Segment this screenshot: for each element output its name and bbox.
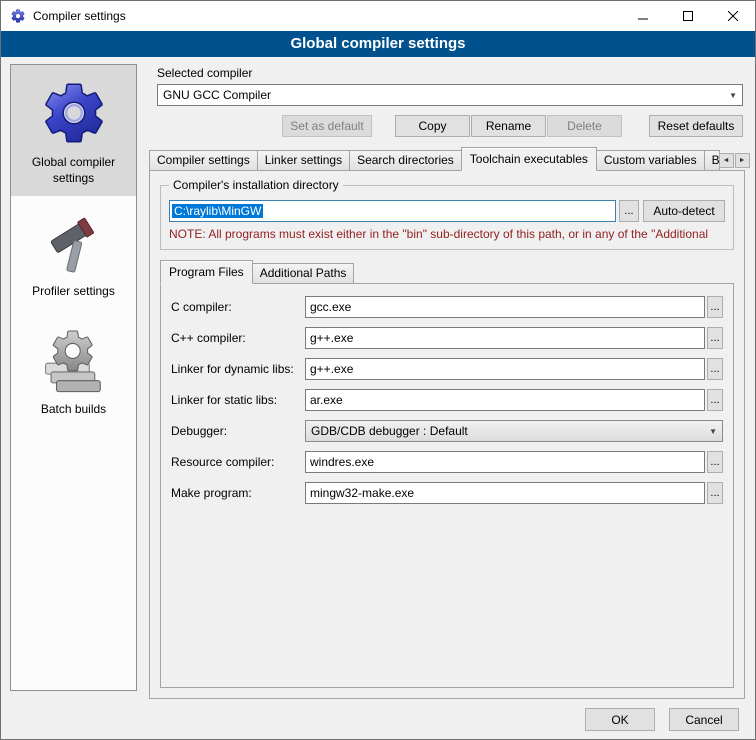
maximize-icon: [683, 11, 693, 21]
auto-detect-button[interactable]: Auto-detect: [643, 200, 725, 222]
blue-gear-icon: [14, 77, 133, 149]
close-button[interactable]: [710, 1, 755, 31]
static-linker-label: Linker for static libs:: [171, 393, 305, 407]
c-compiler-row: C compiler: gcc.exe ...: [171, 296, 723, 318]
dynamic-linker-label: Linker for dynamic libs:: [171, 362, 305, 376]
installation-directory-input[interactable]: C:\raylib\MinGW: [169, 200, 616, 222]
static-linker-row: Linker for static libs: ar.exe ...: [171, 389, 723, 411]
page-title: Global compiler settings: [1, 31, 755, 57]
title-bar: Compiler settings: [1, 1, 755, 31]
minimize-button[interactable]: [620, 1, 665, 31]
batch-builds-gear-icon: [14, 326, 133, 396]
tab-additional-paths[interactable]: Additional Paths: [252, 263, 355, 284]
close-icon: [728, 11, 738, 21]
installation-directory-browse-button[interactable]: ...: [619, 200, 639, 222]
tab-build-options-clipped[interactable]: Buil: [704, 150, 720, 171]
debugger-row: Debugger: GDB/CDB debugger : Default ▼: [171, 420, 723, 442]
tab-custom-variables[interactable]: Custom variables: [596, 150, 705, 171]
bin-subdirectory-note: NOTE: All programs must exist either in …: [169, 227, 725, 241]
resource-compiler-input[interactable]: windres.exe: [305, 451, 705, 473]
resource-compiler-browse-button[interactable]: ...: [707, 451, 723, 473]
settings-tab-strip: Compiler settings Linker settings Search…: [149, 149, 745, 171]
compiler-settings-window: Compiler settings Global compiler settin…: [0, 0, 756, 740]
chevron-down-icon: ▼: [723, 91, 737, 100]
sidebar-item-label: Global compiler settings: [14, 155, 133, 186]
program-files-tab-strip: Program Files Additional Paths: [160, 262, 734, 284]
tab-linker-settings[interactable]: Linker settings: [257, 150, 350, 171]
selected-compiler-value: GNU GCC Compiler: [163, 88, 271, 102]
selected-compiler-dropdown[interactable]: GNU GCC Compiler ▼: [157, 84, 743, 106]
cpp-compiler-browse-button[interactable]: ...: [707, 327, 723, 349]
profiler-hammer-icon: [14, 212, 133, 278]
cancel-button[interactable]: Cancel: [669, 708, 739, 731]
c-compiler-label: C compiler:: [171, 300, 305, 314]
tab-scroll-left-icon[interactable]: ◄: [719, 153, 734, 168]
debugger-value: GDB/CDB debugger : Default: [311, 424, 468, 438]
static-linker-browse-button[interactable]: ...: [707, 389, 723, 411]
cpp-compiler-row: C++ compiler: g++.exe ...: [171, 327, 723, 349]
reset-defaults-button[interactable]: Reset defaults: [649, 115, 743, 137]
c-compiler-browse-button[interactable]: ...: [707, 296, 723, 318]
dialog-footer: OK Cancel: [585, 708, 739, 731]
rename-button[interactable]: Rename: [471, 115, 546, 137]
dialog-body: Global compiler settings Profiler settin: [1, 57, 755, 739]
dynamic-linker-input[interactable]: g++.exe: [305, 358, 705, 380]
installation-directory-group: Compiler's installation directory C:\ray…: [160, 185, 734, 250]
minimize-icon: [638, 11, 648, 21]
tab-scroll-right-icon[interactable]: ►: [735, 153, 750, 168]
sidebar-item-label: Batch builds: [14, 402, 133, 418]
make-program-browse-button[interactable]: ...: [707, 482, 723, 504]
debugger-dropdown[interactable]: GDB/CDB debugger : Default ▼: [305, 420, 723, 442]
static-linker-input[interactable]: ar.exe: [305, 389, 705, 411]
settings-category-sidebar: Global compiler settings Profiler settin: [10, 64, 137, 691]
dynamic-linker-browse-button[interactable]: ...: [707, 358, 723, 380]
sidebar-item-profiler-settings[interactable]: Profiler settings: [11, 200, 136, 310]
ok-button[interactable]: OK: [585, 708, 655, 731]
set-as-default-button: Set as default: [282, 115, 372, 137]
make-program-input[interactable]: mingw32-make.exe: [305, 482, 705, 504]
resource-compiler-row: Resource compiler: windres.exe ...: [171, 451, 723, 473]
window-gear-icon: [10, 8, 26, 24]
sidebar-item-batch-builds[interactable]: Batch builds: [11, 314, 136, 428]
selected-compiler-label: Selected compiler: [157, 66, 252, 80]
window-controls: [620, 1, 755, 31]
window-title: Compiler settings: [33, 9, 126, 23]
make-program-label: Make program:: [171, 486, 305, 500]
tab-program-files[interactable]: Program Files: [160, 260, 253, 284]
chevron-down-icon: ▼: [703, 427, 717, 436]
sidebar-item-global-compiler-settings[interactable]: Global compiler settings: [11, 65, 136, 196]
delete-button: Delete: [547, 115, 622, 137]
maximize-button[interactable]: [665, 1, 710, 31]
cpp-compiler-input[interactable]: g++.exe: [305, 327, 705, 349]
installation-directory-group-title: Compiler's installation directory: [169, 178, 343, 192]
debugger-label: Debugger:: [171, 424, 305, 438]
main-panel: Selected compiler GNU GCC Compiler ▼ Set…: [147, 61, 747, 701]
cpp-compiler-label: C++ compiler:: [171, 331, 305, 345]
sidebar-item-label: Profiler settings: [14, 284, 133, 300]
copy-button[interactable]: Copy: [395, 115, 470, 137]
c-compiler-input[interactable]: gcc.exe: [305, 296, 705, 318]
resource-compiler-label: Resource compiler:: [171, 455, 305, 469]
tab-toolchain-executables[interactable]: Toolchain executables: [461, 147, 597, 171]
make-program-row: Make program: mingw32-make.exe ...: [171, 482, 723, 504]
dynamic-linker-row: Linker for dynamic libs: g++.exe ...: [171, 358, 723, 380]
compiler-action-buttons: Set as default Copy Rename Delete Reset …: [157, 115, 743, 137]
tab-compiler-settings[interactable]: Compiler settings: [149, 150, 258, 171]
tab-scroll-buttons: ◄ ►: [719, 153, 750, 171]
installation-directory-selected-text: C:\raylib\MinGW: [172, 204, 263, 218]
program-files-panel: C compiler: gcc.exe ... C++ compiler: g+…: [160, 283, 734, 688]
tab-search-directories[interactable]: Search directories: [349, 150, 462, 171]
installation-directory-row: C:\raylib\MinGW ... Auto-detect: [169, 200, 725, 222]
toolchain-executables-panel: Compiler's installation directory C:\ray…: [149, 170, 745, 699]
